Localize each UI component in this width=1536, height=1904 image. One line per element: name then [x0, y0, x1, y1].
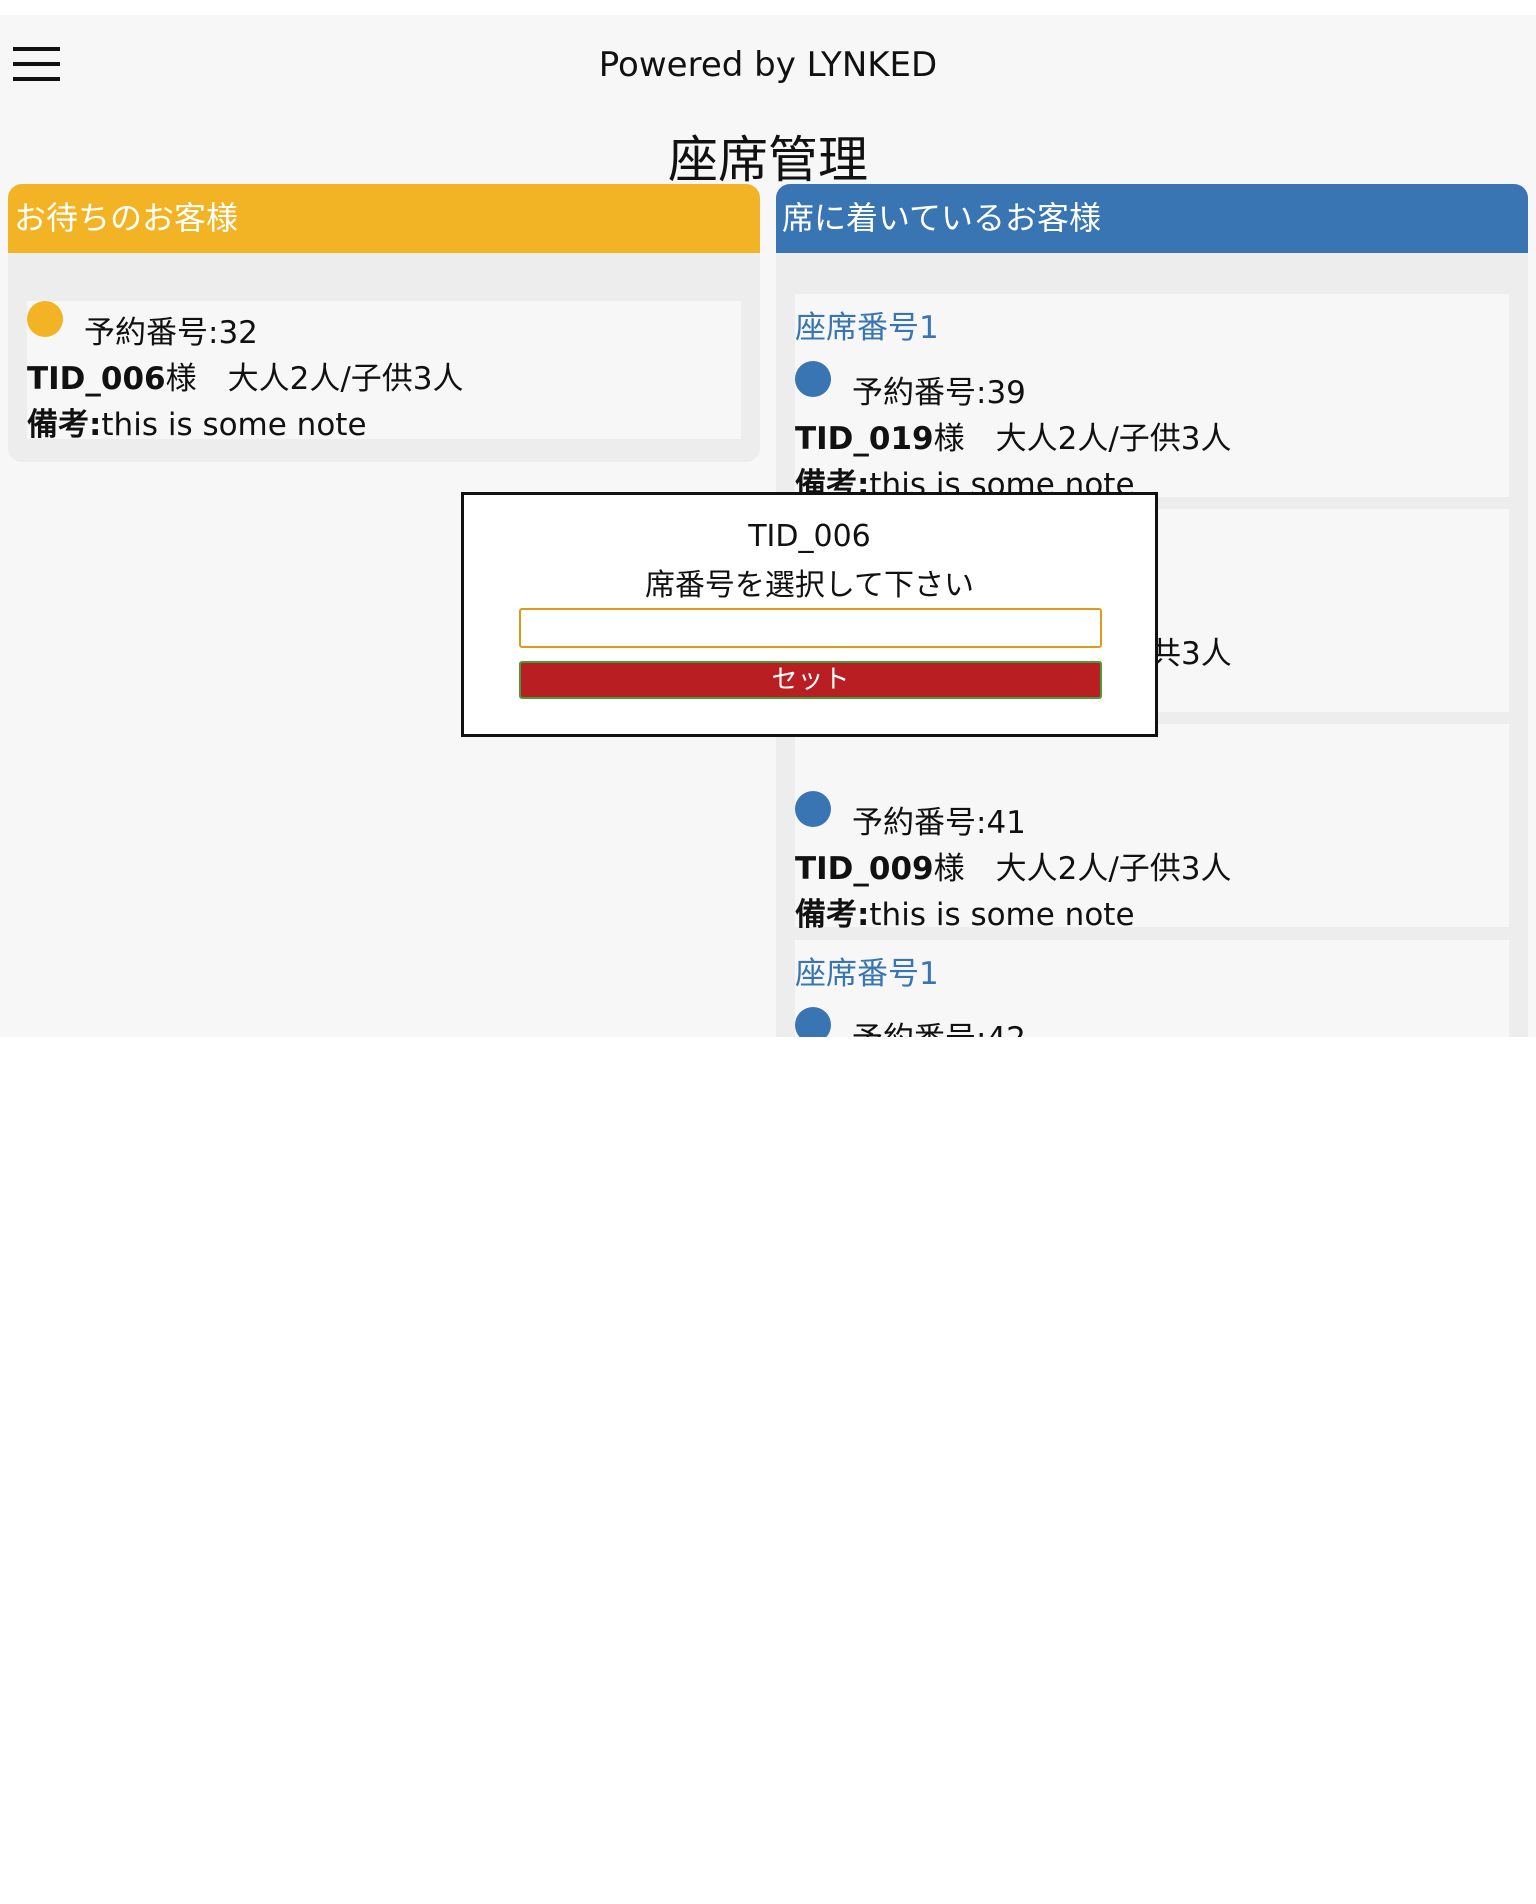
customer-party-line: TID_009様 大人2人/子供3人 [795, 843, 1232, 888]
note-text: this is some note [101, 407, 367, 443]
note-line: 備考:this is some note [795, 889, 1135, 934]
customer-tid: TID_019 [795, 421, 934, 457]
waiting-panel-header: お待ちのお客様 [8, 184, 760, 253]
reservation-number: 予約番号:42 [852, 1013, 1026, 1037]
seat-number: 座席番号1 [795, 956, 939, 992]
seat-select-dialog: TID_006 席番号を選択して下さい セット [461, 492, 1158, 737]
note-text: this is some note [869, 897, 1135, 933]
dialog-prompt: 席番号を選択して下さい [644, 568, 975, 603]
status-dot-icon [27, 301, 63, 337]
customer-party-line: TID_019様 大人2人/子供3人 [795, 413, 1232, 458]
party-size: 様 大人2人/子供3人 [165, 361, 464, 397]
customer-party-line: TID_006様 大人2人/子供3人 [27, 353, 464, 398]
seated-customer-card[interactable]: 予約番号:41 TID_009様 大人2人/子供3人 備考:this is so… [795, 724, 1509, 933]
dialog-customer-tid: TID_006 [748, 519, 871, 554]
seat-number-input[interactable] [519, 608, 1102, 648]
seated-customer-card[interactable]: 座席番号1 予約番号:42 [795, 940, 1509, 1037]
status-dot-icon [795, 361, 831, 397]
status-dot-icon [795, 1007, 831, 1037]
note-label: 備考: [27, 407, 102, 443]
page-title: 座席管理 [668, 131, 868, 189]
waiting-customer-card[interactable]: 予約番号:32 TID_006様 大人2人/子供3人 備考:this is so… [27, 301, 741, 443]
header-title: Powered by LYNKED [598, 45, 938, 85]
party-size: 様 大人2人/子供3人 [933, 851, 1232, 887]
set-button[interactable]: セット [519, 661, 1102, 699]
customer-tid: TID_006 [27, 361, 166, 397]
reservation-number: 予約番号:39 [852, 375, 1026, 411]
waiting-customers-panel: お待ちのお客様 予約番号:32 TID_006様 大人2人/子供3人 備考:th… [8, 184, 760, 462]
seated-customer-card[interactable]: 座席番号1 予約番号:39 TID_019様 大人2人/子供3人 備考:this… [795, 294, 1509, 503]
reservation-number: 予約番号:32 [84, 315, 258, 351]
customer-tid: TID_009 [795, 851, 934, 887]
note-line: 備考:this is some note [27, 399, 367, 444]
party-size: 様 大人2人/子供3人 [933, 421, 1232, 457]
reservation-number: 予約番号:41 [852, 805, 1026, 841]
seat-number: 座席番号1 [795, 310, 939, 346]
seated-panel-header: 席に着いているお客様 [776, 184, 1528, 253]
status-dot-icon [795, 791, 831, 827]
note-label: 備考: [795, 897, 870, 933]
party-size: 共3人 [1150, 636, 1232, 672]
